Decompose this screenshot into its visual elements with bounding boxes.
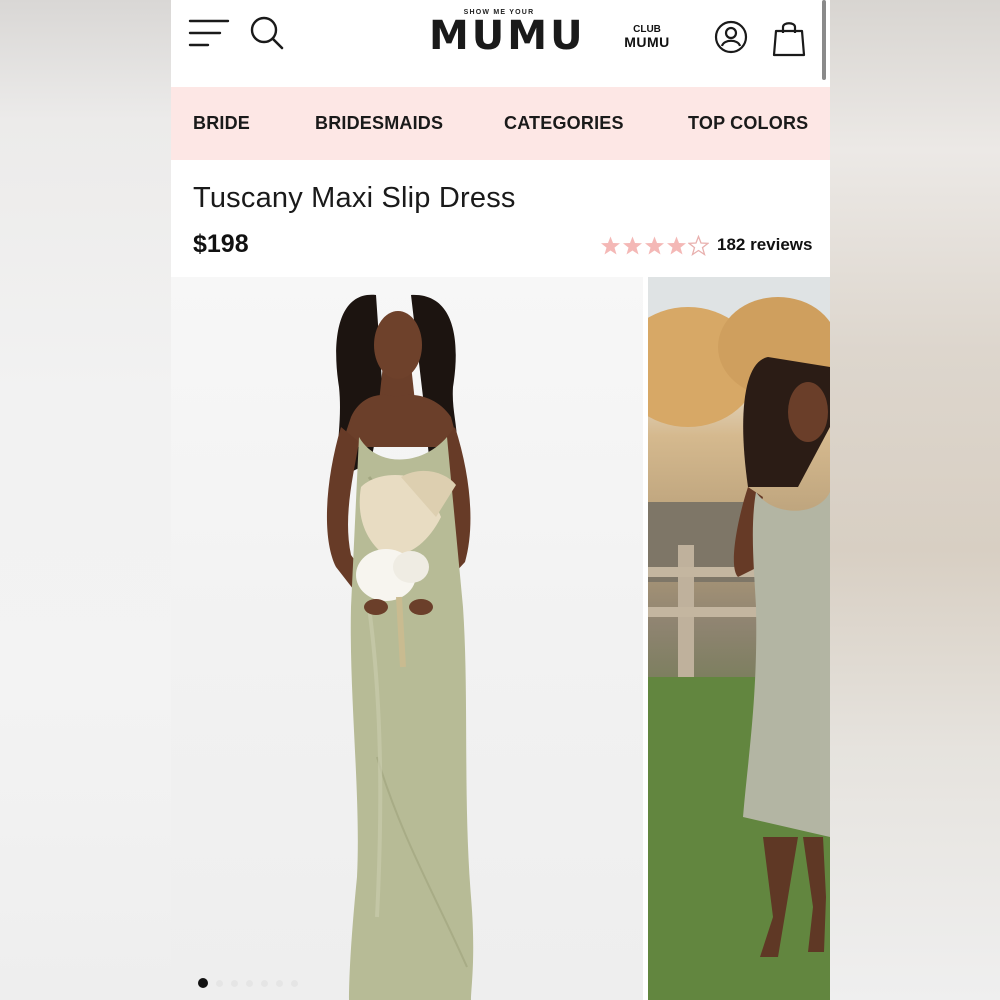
star-filled-icon xyxy=(645,236,664,254)
star-filled-icon xyxy=(667,236,686,254)
phone-screen: SHOW ME YOUR MUMU CLUB MUMU BRIDE BRIDES… xyxy=(171,0,830,1000)
product-photo-studio[interactable] xyxy=(171,277,643,1000)
nav-item-top-colors[interactable]: TOP COLORS xyxy=(688,113,808,134)
product-photo-lifestyle[interactable] xyxy=(648,277,830,1000)
gallery-dot[interactable] xyxy=(246,979,253,987)
gallery-dot[interactable] xyxy=(216,979,223,987)
product-rating[interactable]: 182 reviews xyxy=(600,234,812,256)
gallery-dot[interactable] xyxy=(231,979,238,987)
right-backdrop xyxy=(830,0,1000,1000)
left-backdrop xyxy=(0,0,171,1000)
nav-item-bride[interactable]: BRIDE xyxy=(193,113,250,134)
nav-item-categories[interactable]: CATEGORIES xyxy=(504,113,624,134)
club-line2: MUMU xyxy=(624,34,670,50)
brand-logo[interactable]: SHOW ME YOUR MUMU xyxy=(429,9,586,59)
account-icon[interactable] xyxy=(714,20,748,54)
club-mumu-link[interactable]: CLUB MUMU xyxy=(619,23,675,49)
product-title: Tuscany Maxi Slip Dress xyxy=(193,182,516,214)
search-icon[interactable] xyxy=(249,15,285,51)
gallery-dot-active[interactable] xyxy=(198,978,208,988)
gallery-dot[interactable] xyxy=(261,979,268,987)
gallery-dot[interactable] xyxy=(291,979,298,987)
category-nav: BRIDE BRIDESMAIDS CATEGORIES TOP COLORS xyxy=(171,87,830,160)
product-price: $198 xyxy=(193,230,249,258)
nav-item-bridesmaids[interactable]: BRIDESMAIDS xyxy=(315,113,443,134)
rating-stars xyxy=(600,234,709,256)
scrollbar[interactable] xyxy=(822,0,826,80)
product-gallery xyxy=(171,277,830,1000)
gallery-dot[interactable] xyxy=(276,979,283,987)
brand-name: MUMU xyxy=(429,13,586,59)
star-filled-icon xyxy=(601,236,620,254)
site-header: SHOW ME YOUR MUMU CLUB MUMU xyxy=(171,0,830,87)
shopping-bag-icon[interactable] xyxy=(772,19,806,57)
star-filled-icon xyxy=(623,236,642,254)
gallery-pagination xyxy=(198,978,298,988)
reviews-link[interactable]: 182 reviews xyxy=(717,235,812,255)
menu-icon[interactable] xyxy=(188,18,230,50)
star-empty-icon xyxy=(688,234,709,256)
